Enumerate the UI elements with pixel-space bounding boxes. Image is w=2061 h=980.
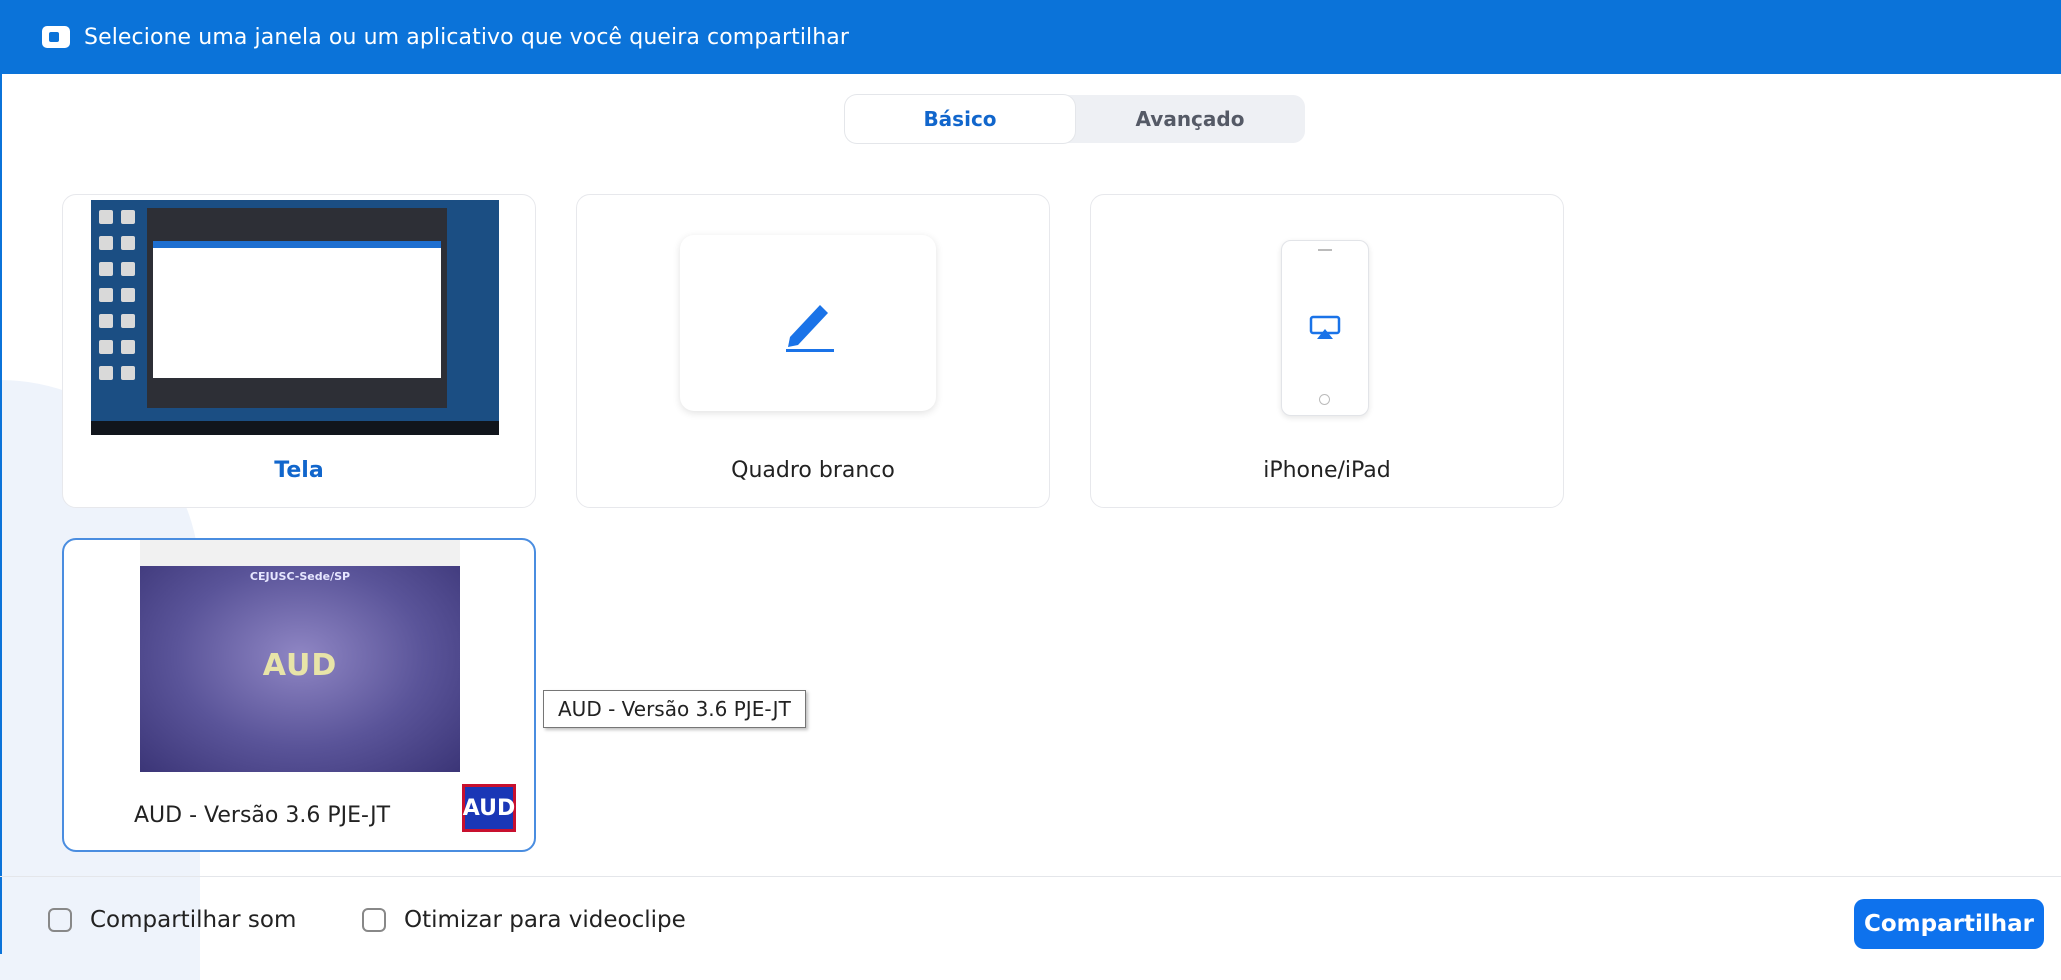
preview-window bbox=[147, 208, 447, 408]
share-option-whiteboard[interactable]: Quadro branco bbox=[576, 194, 1050, 508]
checkbox-icon bbox=[48, 908, 72, 932]
window-title: Selecione uma janela ou um aplicativo qu… bbox=[84, 24, 850, 50]
share-option-iphone[interactable]: iPhone/iPad bbox=[1090, 194, 1564, 508]
pen-icon bbox=[786, 305, 834, 352]
optimize-video-checkbox[interactable]: Otimizar para videoclipe bbox=[362, 907, 686, 933]
tab-basic[interactable]: Básico bbox=[845, 95, 1075, 143]
share-option-aud-window[interactable]: CEJUSC-Sede/SP AUD AUD - Versão 3.6 PJE-… bbox=[62, 538, 536, 852]
share-sound-checkbox[interactable]: Compartilhar som bbox=[48, 907, 296, 933]
share-option-label: iPhone/iPad bbox=[1263, 458, 1391, 483]
screen-preview bbox=[91, 200, 499, 435]
aud-preview-logo: AUD bbox=[262, 648, 338, 683]
optimize-video-label: Otimizar para videoclipe bbox=[404, 907, 686, 933]
desktop-icons bbox=[95, 204, 141, 414]
preview-taskbar bbox=[91, 421, 499, 435]
zoom-camera-icon bbox=[42, 26, 70, 48]
share-sound-label: Compartilhar som bbox=[90, 907, 297, 933]
tooltip: AUD - Versão 3.6 PJE-JT bbox=[543, 690, 806, 728]
tab-switch: Básico Avançado bbox=[845, 95, 1305, 143]
share-option-label: Quadro branco bbox=[731, 458, 895, 483]
aud-app-icon: AUD bbox=[462, 784, 516, 832]
checkbox-icon bbox=[362, 908, 386, 932]
share-option-label: Tela bbox=[274, 458, 324, 483]
title-bar: Selecione uma janela ou um aplicativo qu… bbox=[0, 0, 2061, 74]
footer-divider bbox=[0, 876, 2061, 877]
tab-advanced[interactable]: Avançado bbox=[1075, 95, 1305, 143]
share-option-screen[interactable]: Tela bbox=[62, 194, 536, 508]
aud-preview-heading: CEJUSC-Sede/SP bbox=[249, 570, 351, 583]
aud-window-preview: CEJUSC-Sede/SP AUD bbox=[140, 540, 460, 772]
iphone-preview bbox=[1281, 240, 1369, 416]
airplay-icon bbox=[1309, 315, 1341, 339]
whiteboard-preview bbox=[680, 235, 936, 411]
share-option-label: AUD - Versão 3.6 PJE-JT bbox=[134, 803, 391, 828]
share-button[interactable]: Compartilhar bbox=[1854, 899, 2044, 949]
